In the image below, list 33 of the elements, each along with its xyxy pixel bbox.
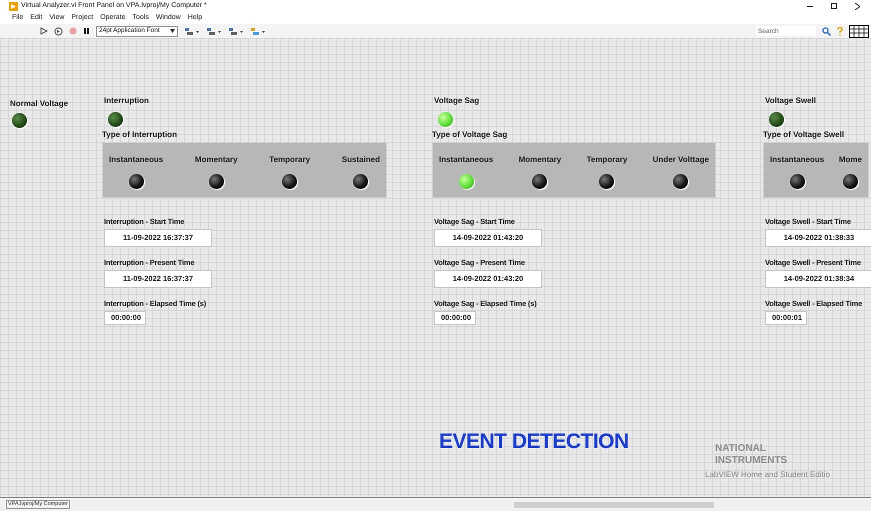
scrollbar-thumb[interactable]	[514, 502, 714, 508]
run-arrow-icon[interactable]	[40, 27, 48, 35]
search-icon[interactable]	[822, 26, 831, 36]
close-icon[interactable]	[855, 2, 860, 10]
indicator-label: Momentary	[518, 155, 562, 165]
indicator-label: Voltage Swell	[764, 96, 817, 106]
indicator-label: Interruption	[103, 96, 150, 106]
reorder-icon[interactable]	[250, 26, 266, 36]
maximize-icon[interactable]	[831, 3, 837, 9]
indicator-label: Instantaneous	[439, 155, 494, 165]
heading: EVENT DETECTION	[439, 429, 629, 455]
group-label: Type of Voltage Sag	[432, 130, 508, 140]
edition-text: LabVIEW Home and Student Editio	[705, 469, 830, 481]
pause-icon[interactable]	[83, 27, 90, 35]
brand-logo: NATIONAL INSTRUMENTS	[715, 443, 785, 467]
group-label: Type of Voltage Swell	[763, 130, 846, 140]
group-label: Type of Interruption	[102, 130, 178, 140]
indicator-label: Sustained	[342, 155, 380, 165]
indicator-label: Mome	[838, 155, 862, 165]
indicator-label: Normal Voltage	[10, 99, 68, 109]
resize-objects-icon[interactable]	[228, 26, 244, 36]
run-continuously-icon[interactable]	[54, 26, 63, 36]
indicator-label: Temporary	[586, 155, 628, 165]
align-objects-icon[interactable]	[184, 26, 200, 36]
indicator-label: Instantaneous	[770, 155, 824, 165]
distribute-objects-icon[interactable]	[206, 26, 222, 36]
connector-pane-icon[interactable]	[849, 24, 869, 38]
indicator-label: Under Volttage	[652, 155, 709, 165]
indicator-label: Voltage Sag	[433, 96, 480, 106]
indicator-label: Momentary	[194, 155, 238, 165]
caret-icon	[170, 29, 175, 33]
indicator-label: Instantaneous	[109, 155, 164, 165]
indicator-label: Temporary	[269, 155, 310, 165]
